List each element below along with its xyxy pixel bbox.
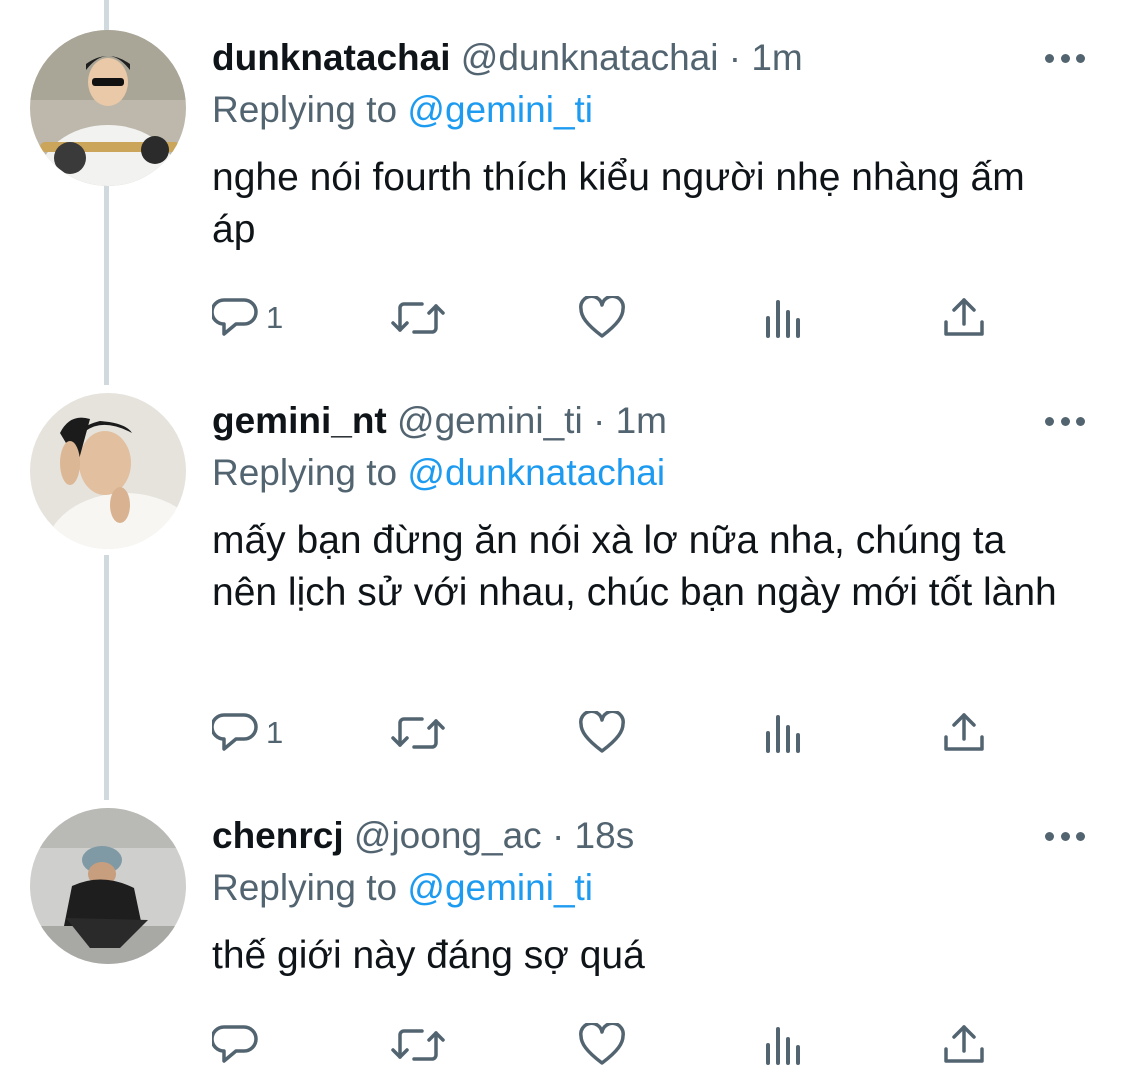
- replying-to: Replying to @gemini_ti: [212, 866, 593, 910]
- retweet-icon: [390, 296, 446, 340]
- display-name[interactable]: chenrcj: [212, 815, 344, 856]
- share-button[interactable]: [942, 1023, 986, 1067]
- reply-count: 1: [266, 300, 284, 335]
- heart-icon: [578, 296, 626, 340]
- retweet-icon: [390, 1023, 446, 1067]
- action-bar: 1: [212, 296, 1012, 340]
- display-name[interactable]: gemini_nt: [212, 400, 387, 441]
- separator: ·: [728, 37, 742, 78]
- mention-link[interactable]: @dunknatachai: [407, 452, 665, 493]
- retweet-icon: [390, 711, 446, 755]
- more-icon[interactable]: [1045, 830, 1085, 842]
- tweet-header: chenrcj @joong_ac · 18s: [212, 814, 1005, 858]
- display-name[interactable]: dunknatachai: [212, 37, 451, 78]
- tweet[interactable]: gemini_nt @gemini_ti · 1m Replying to @d…: [0, 385, 1125, 800]
- share-button[interactable]: [942, 296, 986, 340]
- reply-icon: [212, 711, 258, 755]
- reply-button[interactable]: 1: [212, 711, 283, 755]
- replying-label: Replying to: [212, 452, 398, 493]
- analytics-button[interactable]: [762, 1023, 806, 1067]
- tweet-text: nghe nói fourth thích kiểu người nhẹ nhà…: [212, 156, 1025, 251]
- like-button[interactable]: [578, 1023, 626, 1067]
- action-bar: [212, 1023, 1012, 1067]
- tweet[interactable]: chenrcj @joong_ac · 18s Replying to @gem…: [0, 800, 1125, 1081]
- replying-to: Replying to @gemini_ti: [212, 88, 593, 132]
- like-button[interactable]: [578, 296, 626, 340]
- reply-button[interactable]: 1: [212, 296, 283, 340]
- analytics-icon: [762, 711, 806, 755]
- analytics-icon: [762, 296, 806, 340]
- user-handle[interactable]: @gemini_ti: [397, 400, 583, 441]
- separator: ·: [592, 400, 606, 441]
- analytics-button[interactable]: [762, 711, 806, 755]
- mention-link[interactable]: @gemini_ti: [407, 89, 593, 130]
- reply-button[interactable]: [212, 1023, 258, 1067]
- action-bar: 1: [212, 711, 1012, 755]
- tweet[interactable]: dunknatachai @dunknatachai · 1m Replying…: [0, 0, 1125, 385]
- avatar[interactable]: [30, 393, 186, 549]
- avatar[interactable]: [30, 808, 186, 964]
- analytics-icon: [762, 1023, 806, 1067]
- tweet-header: gemini_nt @gemini_ti · 1m: [212, 399, 1005, 443]
- tweet-header: dunknatachai @dunknatachai · 1m: [212, 36, 1005, 80]
- replying-label: Replying to: [212, 867, 398, 908]
- share-icon: [942, 1023, 986, 1067]
- timestamp[interactable]: 1m: [751, 37, 802, 78]
- mention-link[interactable]: @gemini_ti: [407, 867, 593, 908]
- timestamp[interactable]: 1m: [616, 400, 667, 441]
- share-icon: [942, 711, 986, 755]
- share-icon: [942, 296, 986, 340]
- heart-icon: [578, 1023, 626, 1067]
- more-icon[interactable]: [1045, 52, 1085, 64]
- replying-to: Replying to @dunknatachai: [212, 451, 665, 495]
- timestamp[interactable]: 18s: [575, 815, 635, 856]
- reply-icon: [212, 296, 258, 340]
- user-handle[interactable]: @dunknatachai: [461, 37, 719, 78]
- retweet-button[interactable]: [390, 296, 446, 340]
- like-button[interactable]: [578, 711, 626, 755]
- share-button[interactable]: [942, 711, 986, 755]
- replying-label: Replying to: [212, 89, 398, 130]
- avatar[interactable]: [30, 30, 186, 186]
- separator: ·: [551, 815, 565, 856]
- reply-icon: [212, 1023, 258, 1067]
- user-handle[interactable]: @joong_ac: [354, 815, 542, 856]
- heart-icon: [578, 711, 626, 755]
- retweet-button[interactable]: [390, 1023, 446, 1067]
- analytics-button[interactable]: [762, 296, 806, 340]
- tweet-text: mấy bạn đừng ăn nói xà lơ nữa nha, chúng…: [212, 519, 1057, 614]
- retweet-button[interactable]: [390, 711, 446, 755]
- tweet-text: thế giới này đáng sợ quá: [212, 934, 645, 977]
- reply-count: 1: [266, 715, 284, 750]
- more-icon[interactable]: [1045, 415, 1085, 427]
